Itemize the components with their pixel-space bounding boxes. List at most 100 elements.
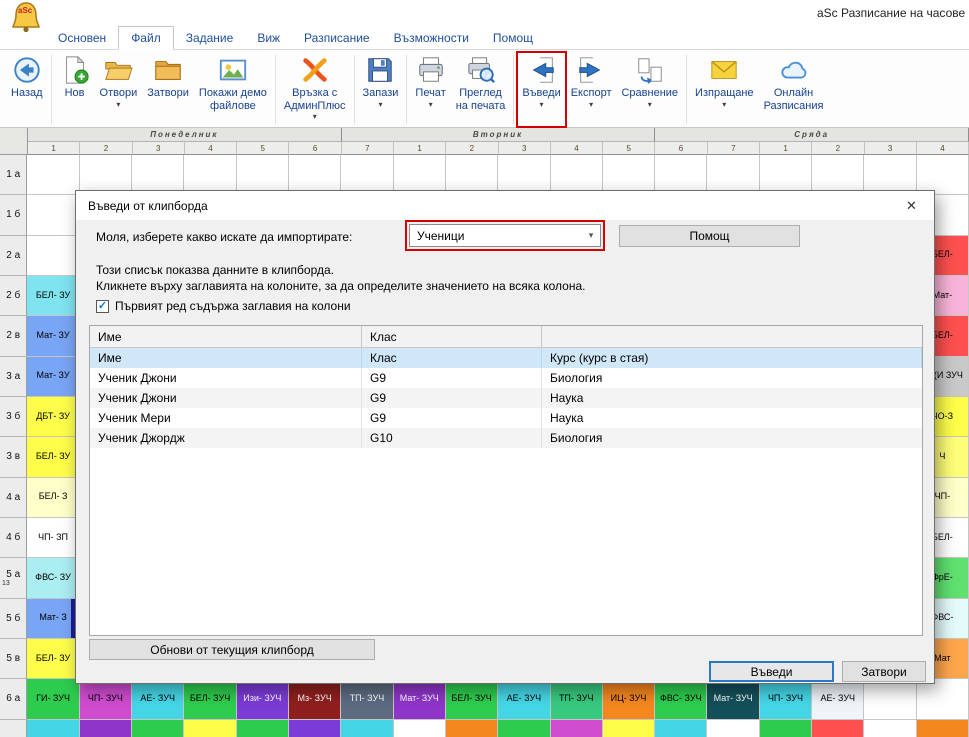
timetable-cell[interactable]	[760, 720, 812, 737]
checkbox-label: Първият ред съдържа заглавия на колони	[115, 299, 351, 313]
column-mapping-cell[interactable]: Клас	[362, 348, 542, 368]
close-icon[interactable]: ✕	[889, 191, 934, 220]
timetable-cell[interactable]: БЕЛ- ЗУЧ	[184, 679, 236, 719]
print-preview-icon	[466, 55, 496, 85]
timetable-cell[interactable]	[27, 720, 79, 737]
column-mapping-cell[interactable]: Име	[90, 348, 362, 368]
timetable-cell[interactable]: Мат- ЗУЧ	[394, 679, 446, 719]
tab-timetable[interactable]: Разписание	[292, 27, 382, 49]
timetable-cell[interactable]	[812, 720, 864, 737]
dialog-close-button[interactable]: Затвори	[842, 661, 926, 682]
timetable-cell[interactable]	[551, 720, 603, 737]
table-cell: G9	[362, 408, 542, 428]
timetable-cell[interactable]	[864, 720, 916, 737]
timetable-cell[interactable]	[289, 720, 341, 737]
tab-file[interactable]: Файл	[118, 26, 174, 50]
timetable-cell[interactable]	[917, 679, 969, 719]
period-number: 4	[551, 142, 603, 155]
export-button[interactable]: Експорт▾	[566, 52, 617, 127]
toolbar-separator	[51, 55, 52, 124]
timetable-cell[interactable]: БЕЛ- ЗУЧ	[446, 679, 498, 719]
import-confirm-button[interactable]: Въведи	[709, 661, 834, 682]
timetable-cell[interactable]: Мат- З	[27, 599, 79, 639]
adminplus-link-button[interactable]: Връзка с АдминПлюс▾	[279, 52, 351, 127]
timetable-cell[interactable]	[237, 720, 289, 737]
timetable-cell[interactable]	[132, 720, 184, 737]
online-timetables-button[interactable]: Онлайн Разписания	[759, 52, 829, 127]
import-icon	[527, 55, 557, 85]
refresh-from-clipboard-button[interactable]: Обнови от текущия клипборд	[89, 639, 375, 660]
column-header[interactable]: Име	[90, 326, 362, 347]
compare-button[interactable]: Сравнение▾	[616, 52, 683, 127]
timetable-cell[interactable]: АЕ- ЗУЧ	[132, 679, 184, 719]
column-header[interactable]: Клас	[362, 326, 542, 347]
timetable-cell[interactable]: АЕ- ЗУЧ	[812, 679, 864, 719]
send-button[interactable]: Изпращане▾	[690, 52, 759, 127]
toolbar-separator	[686, 55, 687, 124]
first-row-headers-checkbox[interactable]: ✓ Първият ред съдържа заглавия на колони	[96, 299, 351, 313]
timetable-cell[interactable]	[446, 720, 498, 737]
import-type-select[interactable]: Ученици ▾	[409, 224, 601, 247]
timetable-cell[interactable]: ЧП- ЗУЧ	[760, 679, 812, 719]
timetable-cell[interactable]	[184, 720, 236, 737]
tab-assignment[interactable]: Задание	[174, 27, 246, 49]
timetable-cell[interactable]: Мат- ЗУ	[27, 316, 79, 356]
timetable-cell[interactable]: БЕЛ- ЗУ	[27, 437, 79, 477]
timetable-cell[interactable]: ИЦ- ЗУЧ	[603, 679, 655, 719]
timetable-cell[interactable]	[864, 679, 916, 719]
timetable-cell[interactable]: Мат- ЗУЧ	[707, 679, 759, 719]
tab-main[interactable]: Основен	[46, 27, 118, 49]
timetable-cell[interactable]: Мат- ЗУ	[27, 357, 79, 397]
close-file-button[interactable]: Затвори	[142, 52, 194, 127]
timetable-cell[interactable]: Мз- ЗУЧ	[289, 679, 341, 719]
timetable-cell[interactable]	[80, 720, 132, 737]
new-button[interactable]: Нов	[55, 52, 95, 127]
print-preview-button[interactable]: Преглед на печата	[451, 52, 511, 127]
print-button[interactable]: Печат▾	[410, 52, 450, 127]
timetable-cell[interactable]: Изи- ЗУЧ	[237, 679, 289, 719]
timetable-cell[interactable]: БЕЛ- ЗУ	[27, 639, 79, 679]
timetable-cell[interactable]: ДБТ- ЗУ	[27, 397, 79, 437]
timetable-cell[interactable]: ГИ- ЗУЧ	[27, 679, 79, 719]
timetable-cell[interactable]: БЕЛ- З	[27, 478, 79, 518]
period-number: 1	[760, 142, 812, 155]
help-button[interactable]: Помощ	[619, 225, 800, 247]
timetable-cell[interactable]	[655, 720, 707, 737]
open-button[interactable]: Отвори▾	[95, 52, 143, 127]
table-row: Ученик ДжониG9Биология	[90, 368, 922, 388]
import-button[interactable]: Въведи▾	[517, 52, 565, 127]
timetable-cell[interactable]: ТП- ЗУЧ	[341, 679, 393, 719]
svg-text:aSc: aSc	[18, 6, 33, 15]
chevron-down-icon: ▾	[540, 101, 544, 109]
timetable-cell[interactable]	[394, 720, 446, 737]
timetable-cell[interactable]: ТП- ЗУЧ	[551, 679, 603, 719]
timetable-cell[interactable]	[27, 195, 79, 235]
save-button[interactable]: Запази▾	[358, 52, 404, 127]
row-label: 6 а	[0, 679, 27, 719]
timetable-cell[interactable]: БЕЛ- ЗУ	[27, 276, 79, 316]
column-header[interactable]	[542, 326, 922, 347]
period-number: 7	[342, 142, 394, 155]
tab-view[interactable]: Виж	[245, 27, 292, 49]
timetable-cell[interactable]: ЧП- ЗП	[27, 518, 79, 558]
clipboard-info-line1: Този списък показва данните в клипборда.	[96, 263, 334, 277]
table-cell: Ученик Джони	[90, 368, 362, 388]
tab-options[interactable]: Възможности	[382, 27, 481, 49]
timetable-cell[interactable]	[27, 236, 79, 276]
back-button[interactable]: Назад	[6, 52, 48, 127]
timetable-cell[interactable]	[603, 720, 655, 737]
chevron-down-icon: ▾	[429, 101, 433, 109]
tab-help[interactable]: Помощ	[481, 27, 545, 49]
timetable-cell[interactable]	[917, 720, 969, 737]
toolbar-button-label: Печат	[415, 87, 445, 100]
timetable-cell[interactable]	[707, 720, 759, 737]
column-mapping-cell[interactable]: Курс (курс в стая)	[542, 348, 922, 368]
timetable-cell[interactable]	[341, 720, 393, 737]
timetable-cell[interactable]: АЕ- ЗУЧ	[498, 679, 550, 719]
show-demo-files-button[interactable]: Покажи демо файлове	[194, 52, 272, 127]
timetable-cell[interactable]: ФВС- ЗУ	[27, 558, 79, 598]
timetable-cell[interactable]	[498, 720, 550, 737]
timetable-cell[interactable]	[27, 155, 79, 195]
timetable-cell[interactable]: ЧП- ЗУЧ	[80, 679, 132, 719]
timetable-cell[interactable]: ФВС- ЗУЧ	[655, 679, 707, 719]
